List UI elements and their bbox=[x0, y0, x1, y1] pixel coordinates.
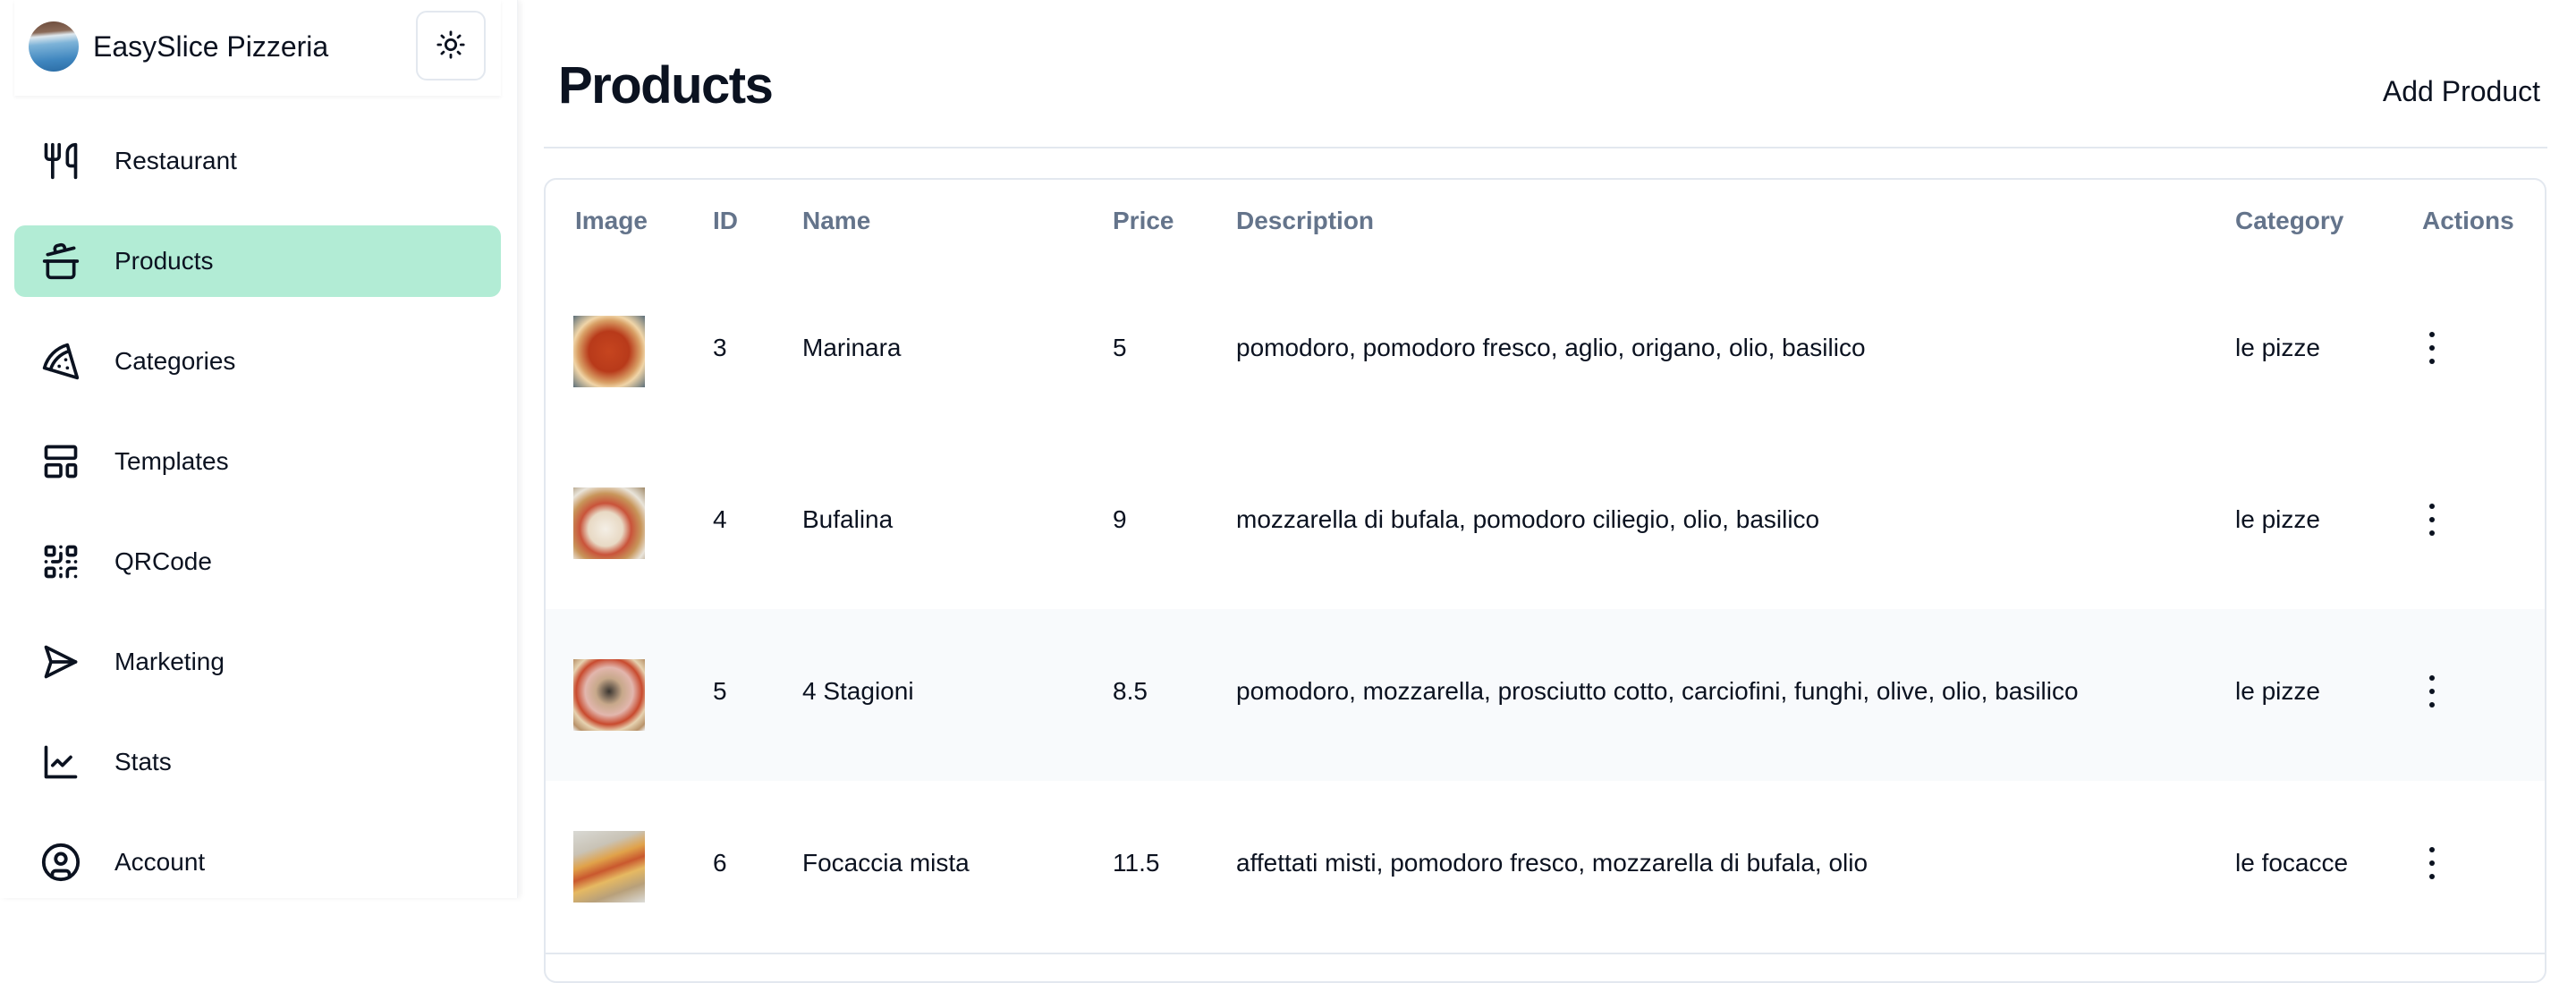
theme-toggle-button[interactable] bbox=[416, 11, 486, 81]
sidebar-item-templates[interactable]: Templates bbox=[14, 426, 501, 497]
sidebar-item-label: QRCode bbox=[114, 547, 212, 575]
product-price: 5 bbox=[1113, 334, 1127, 361]
product-description: pomodoro, pomodoro fresco, aglio, origan… bbox=[1236, 334, 1866, 361]
product-name: Focaccia mista bbox=[802, 849, 970, 877]
user-circle-icon bbox=[39, 841, 82, 884]
sidebar-item-marketing[interactable]: Marketing bbox=[14, 626, 501, 698]
sidebar: EasySlice Pizzeria Restaurant Products C… bbox=[0, 0, 518, 898]
more-actions-icon[interactable] bbox=[2421, 847, 2443, 879]
table-row[interactable]: 3 Marinara 5 pomodoro, pomodoro fresco, … bbox=[546, 266, 2545, 439]
page-title: Products bbox=[558, 56, 774, 114]
product-category: le focacce bbox=[2235, 849, 2349, 877]
table-row[interactable]: 6 Focaccia mista 11.5 affettati misti, p… bbox=[546, 781, 2545, 954]
product-name: Marinara bbox=[802, 334, 902, 361]
product-price: 9 bbox=[1113, 505, 1127, 533]
product-name: 4 Stagioni bbox=[802, 677, 914, 705]
product-name: Bufalina bbox=[802, 505, 894, 533]
product-price: 8.5 bbox=[1113, 677, 1148, 705]
marinara-thumbnail bbox=[573, 316, 645, 387]
line-chart-icon bbox=[39, 741, 82, 784]
sidebar-item-label: Products bbox=[114, 247, 214, 275]
products-table: Image ID Name Price Description Category… bbox=[544, 178, 2546, 983]
product-id: 3 bbox=[713, 334, 727, 361]
send-icon bbox=[39, 640, 82, 683]
product-price: 11.5 bbox=[1113, 849, 1160, 877]
sidebar-item-restaurant[interactable]: Restaurant bbox=[14, 125, 501, 197]
sidebar-item-label: Templates bbox=[114, 447, 229, 475]
product-description: pomodoro, mozzarella, prosciutto cotto, … bbox=[1236, 677, 2079, 705]
sidebar-item-categories[interactable]: Categories bbox=[14, 326, 501, 397]
bufalina-thumbnail bbox=[573, 487, 645, 559]
product-id: 6 bbox=[713, 849, 727, 877]
product-category: le pizze bbox=[2235, 677, 2320, 705]
column-header-id[interactable]: ID bbox=[713, 207, 738, 235]
more-actions-icon[interactable] bbox=[2421, 504, 2443, 536]
restaurant-name: EasySlice Pizzeria bbox=[93, 30, 329, 63]
layout-template-icon bbox=[39, 440, 82, 483]
main-content: Products Add Product Image ID Name Price… bbox=[544, 0, 2547, 983]
table-row[interactable]: 5 4 Stagioni 8.5 pomodoro, mozzarella, p… bbox=[546, 609, 2545, 783]
sidebar-item-label: Restaurant bbox=[114, 147, 237, 174]
sidebar-item-qrcode[interactable]: QRCode bbox=[14, 526, 501, 597]
pizza-slice-icon bbox=[39, 340, 82, 383]
qr-code-icon bbox=[39, 540, 82, 583]
product-description: mozzarella di bufala, pomodoro ciliegio,… bbox=[1236, 505, 1820, 533]
table-row[interactable]: 4 Bufalina 9 mozzarella di bufala, pomod… bbox=[546, 437, 2545, 611]
sidebar-item-label: Categories bbox=[114, 347, 236, 375]
focaccia-mista-thumbnail bbox=[573, 831, 645, 902]
product-id: 5 bbox=[713, 677, 727, 705]
sidebar-item-label: Stats bbox=[114, 748, 172, 775]
column-header-actions: Actions bbox=[2422, 207, 2514, 234]
add-product-button[interactable]: Add Product bbox=[2376, 75, 2547, 108]
column-header-category[interactable]: Category bbox=[2235, 207, 2343, 235]
column-header-price[interactable]: Price bbox=[1113, 207, 1174, 235]
product-description: affettati misti, pomodoro fresco, mozzar… bbox=[1236, 849, 1868, 877]
table-header: Image ID Name Price Description Category… bbox=[546, 180, 2545, 267]
product-category: le pizze bbox=[2235, 505, 2320, 533]
fork-knife-icon bbox=[39, 140, 82, 182]
sidebar-item-label: Marketing bbox=[114, 648, 225, 675]
sidebar-item-label: Account bbox=[114, 848, 206, 876]
product-id: 4 bbox=[713, 505, 727, 533]
brand-header: EasySlice Pizzeria bbox=[14, 0, 501, 96]
header-divider bbox=[544, 147, 2547, 148]
column-header-name[interactable]: Name bbox=[802, 207, 870, 235]
column-header-description[interactable]: Description bbox=[1236, 207, 1374, 235]
cooking-pot-icon bbox=[39, 240, 82, 283]
sidebar-item-stats[interactable]: Stats bbox=[14, 726, 501, 798]
sun-icon bbox=[436, 30, 466, 63]
product-category: le pizze bbox=[2235, 334, 2320, 361]
sidebar-item-account[interactable]: Account bbox=[14, 826, 501, 898]
4-stagioni-thumbnail bbox=[573, 659, 645, 731]
sidebar-item-products[interactable]: Products bbox=[14, 225, 501, 297]
restaurant-avatar bbox=[29, 21, 79, 72]
column-header-image[interactable]: Image bbox=[575, 207, 648, 235]
more-actions-icon[interactable] bbox=[2421, 332, 2443, 364]
more-actions-icon[interactable] bbox=[2421, 675, 2443, 708]
